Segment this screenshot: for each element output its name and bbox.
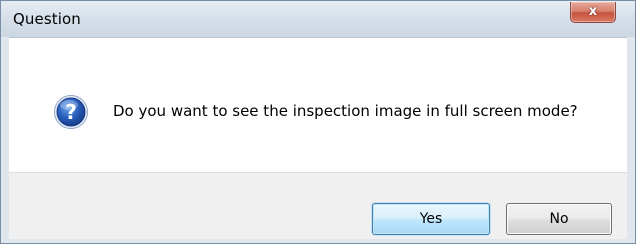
no-button[interactable]: No (506, 203, 612, 235)
close-icon: x (588, 4, 598, 19)
close-button[interactable]: x (570, 2, 616, 23)
title-bar[interactable]: Question x (1, 1, 635, 37)
window-title: Question (13, 10, 81, 28)
dialog-message: Do you want to see the inspection image … (113, 102, 578, 120)
question-dialog: Question x ? Do you want to see the insp… (0, 0, 636, 244)
message-area: ? Do you want to see the inspection imag… (9, 38, 627, 172)
button-bar: Yes No (9, 172, 627, 239)
question-icon: ? (54, 95, 88, 129)
dialog-client-area: ? Do you want to see the inspection imag… (9, 37, 627, 239)
svg-text:?: ? (65, 100, 77, 124)
yes-button[interactable]: Yes (372, 203, 490, 235)
